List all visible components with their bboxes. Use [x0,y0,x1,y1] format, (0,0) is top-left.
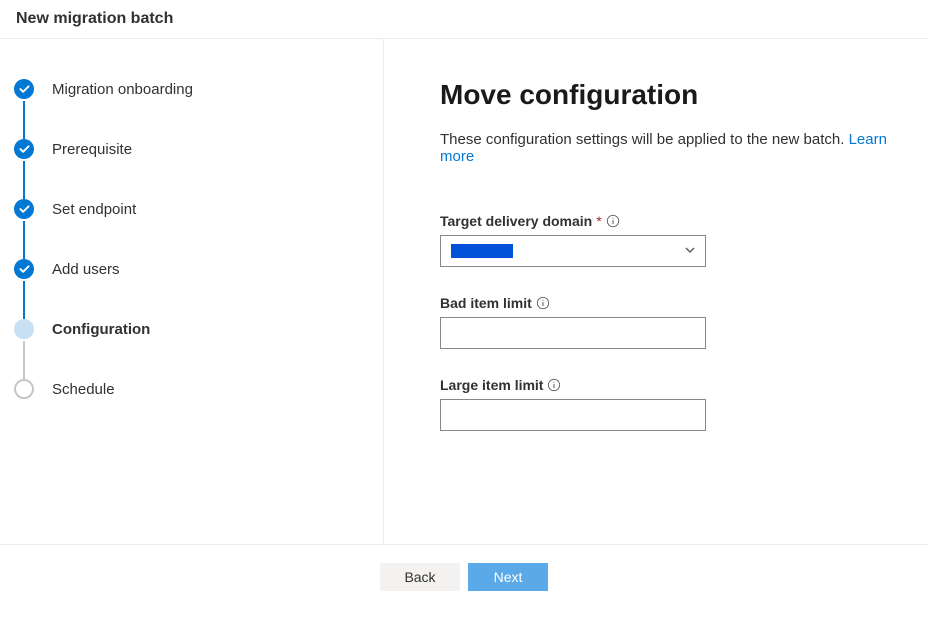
next-button[interactable]: Next [468,563,548,591]
step-set-endpoint[interactable]: Set endpoint [14,199,367,259]
info-icon[interactable] [536,296,550,310]
step-schedule[interactable]: Schedule [14,379,367,399]
target-domain-select[interactable] [440,235,706,267]
large-item-limit-label: Large item limit [440,377,908,393]
check-icon [14,259,34,279]
step-configuration[interactable]: Configuration [14,319,367,379]
info-icon[interactable] [606,214,620,228]
step-label: Configuration [52,321,150,338]
field-target-domain: Target delivery domain * [440,213,908,267]
step-label: Schedule [52,381,115,398]
step-add-users[interactable]: Add users [14,259,367,319]
sidebar: Migration onboarding Prerequisite Set en… [0,39,384,544]
main-heading: Move configuration [440,79,908,111]
page-title: New migration batch [16,10,912,28]
check-icon [14,199,34,219]
description: These configuration settings will be app… [440,131,908,165]
target-domain-value [451,244,513,258]
step-migration-onboarding[interactable]: Migration onboarding [14,79,367,139]
target-domain-label: Target delivery domain * [440,213,908,229]
step-label: Prerequisite [52,141,132,158]
step-label: Migration onboarding [52,81,193,98]
step-label: Set endpoint [52,201,136,218]
footer: Back Next [0,544,928,609]
check-icon [14,79,34,99]
large-item-limit-input[interactable] [440,399,706,431]
description-text: These configuration settings will be app… [440,131,849,148]
info-icon[interactable] [547,378,561,392]
field-large-item-limit: Large item limit [440,377,908,431]
field-bad-item-limit: Bad item limit [440,295,908,349]
check-icon [14,139,34,159]
step-prerequisite[interactable]: Prerequisite [14,139,367,199]
required-indicator: * [596,213,601,229]
main-panel: Move configuration These configuration s… [384,39,928,544]
header: New migration batch [0,0,928,39]
step-list: Migration onboarding Prerequisite Set en… [14,79,367,399]
current-step-icon [14,319,34,339]
bad-item-limit-input[interactable] [440,317,706,349]
step-label: Add users [52,261,120,278]
bad-item-limit-label: Bad item limit [440,295,908,311]
content: Migration onboarding Prerequisite Set en… [0,39,928,544]
back-button[interactable]: Back [380,563,460,591]
upcoming-step-icon [14,379,34,399]
